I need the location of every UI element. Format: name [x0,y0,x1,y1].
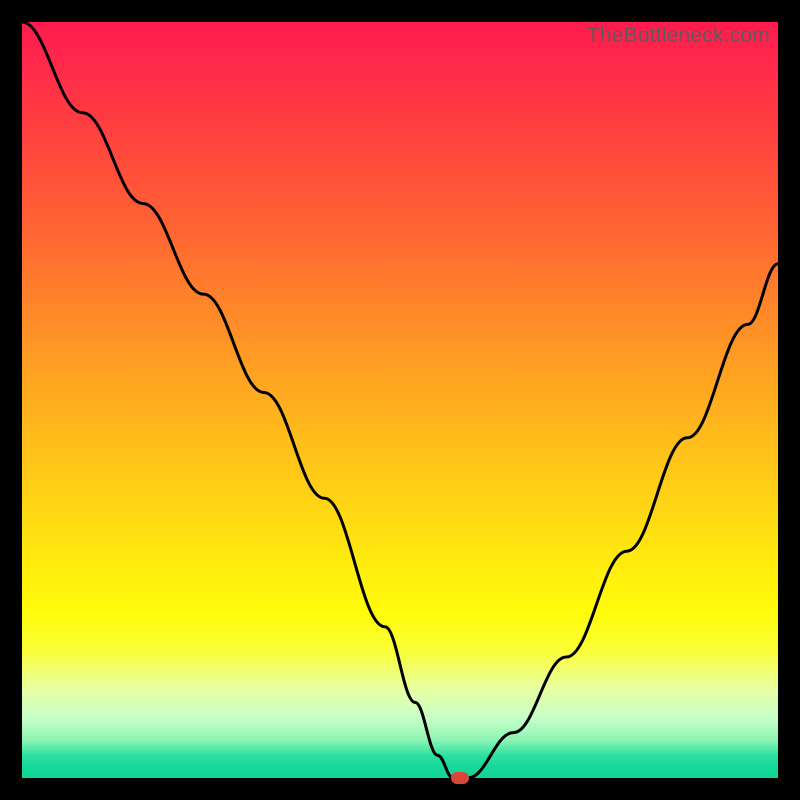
watermark-text: TheBottleneck.com [587,24,770,48]
optimum-marker [451,772,469,784]
bottleneck-curve [22,22,778,778]
chart-frame: TheBottleneck.com [0,0,800,800]
chart-plot-area: TheBottleneck.com [22,22,778,778]
